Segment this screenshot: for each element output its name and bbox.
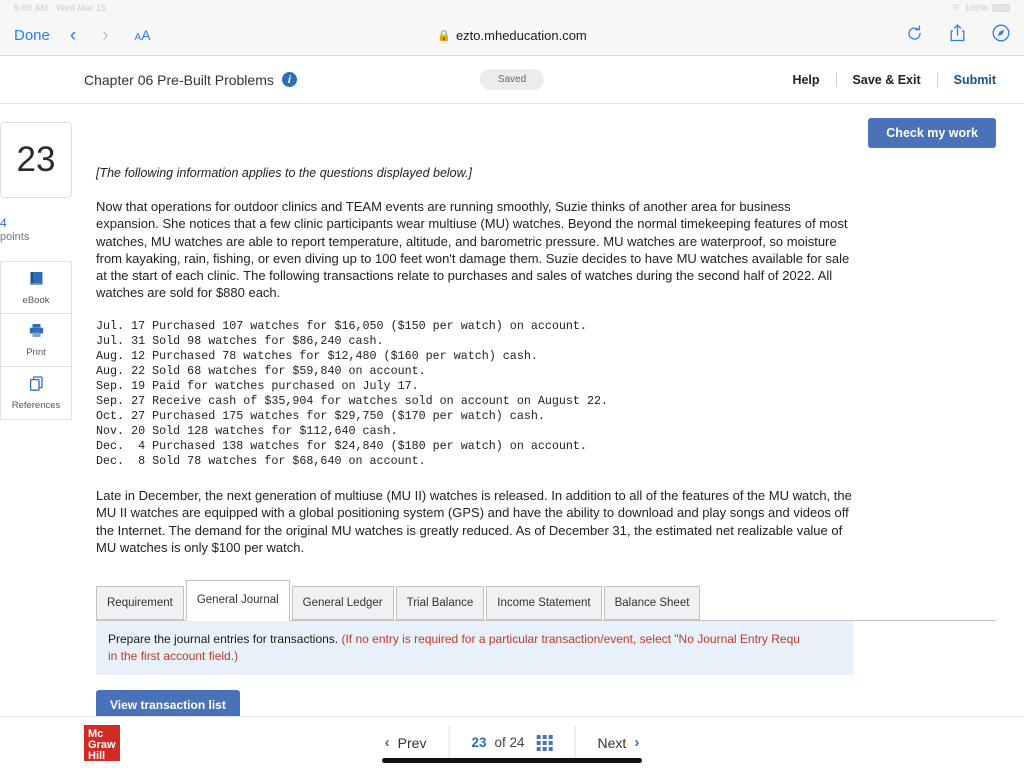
points-label: points: [0, 231, 30, 243]
points-block: 4 points: [0, 216, 84, 243]
submit-link[interactable]: Submit: [938, 73, 996, 87]
tab-general-ledger[interactable]: General Ledger: [291, 586, 394, 621]
status-date: Wed Mar 15: [56, 3, 107, 13]
tool-buttons: eBook Print References: [0, 261, 84, 420]
question-number: 23: [0, 122, 72, 198]
worksheet-tabs: Requirement General Journal General Ledg…: [96, 580, 996, 622]
footer-nav: Mc Graw Hill ‹ Prev 23 of 24 Next ›: [0, 716, 1024, 768]
print-label: Print: [26, 347, 46, 358]
chevron-right-icon: ›: [634, 734, 640, 751]
references-label: References: [11, 400, 61, 411]
address-bar[interactable]: 🔒 ezto.mheducation.com: [0, 28, 1024, 43]
status-time: 9:09 AM: [14, 3, 49, 13]
back-icon[interactable]: ‹: [70, 25, 76, 47]
ios-status-bar: 9:09 AM Wed Mar 15 100%: [0, 0, 1024, 16]
tab-balance-sheet[interactable]: Balance Sheet: [603, 586, 701, 621]
instruction-warning-line1: (If no entry is required for a particula…: [341, 632, 800, 647]
transaction-list: Jul. 17 Purchased 107 watches for $16,05…: [96, 318, 608, 468]
instruction-text: Prepare the journal entries for transact…: [108, 632, 339, 647]
wifi-icon: [950, 3, 961, 14]
tab-requirement[interactable]: Requirement: [96, 586, 184, 621]
pagination: ‹ Prev 23 of 24 Next ›: [363, 723, 662, 763]
help-link[interactable]: Help: [776, 73, 835, 87]
compass-icon[interactable]: [992, 24, 1010, 47]
intro-note: [The following information applies to th…: [96, 166, 472, 180]
chevron-left-icon: ‹: [384, 734, 390, 751]
instruction-warning-line2: in the first account field.): [108, 648, 239, 663]
prev-label: Prev: [397, 734, 427, 751]
page-title: Chapter 06 Pre-Built Problems: [84, 71, 274, 88]
forward-icon[interactable]: ›: [102, 25, 108, 47]
tab-general-journal[interactable]: General Journal: [185, 580, 290, 622]
battery-icon: [992, 4, 1010, 12]
lock-icon: 🔒: [437, 30, 451, 42]
problem-paragraph-1: Now that operations for outdoor clinics …: [96, 199, 850, 301]
copy-pages-icon: [28, 375, 45, 397]
text-size-button[interactable]: AA: [135, 27, 151, 45]
home-indicator: [382, 758, 642, 763]
safari-toolbar: Done ‹ › AA 🔒 ezto.mheducation.com: [0, 16, 1024, 56]
save-exit-link[interactable]: Save & Exit: [837, 73, 937, 87]
url-text: ezto.mheducation.com: [455, 28, 587, 43]
next-label: Next: [597, 734, 627, 751]
prev-button[interactable]: ‹ Prev: [363, 726, 449, 760]
header-links: Help Save & Exit Submit: [776, 72, 996, 87]
current-page: 23: [471, 735, 487, 750]
page-indicator: 23 of 24: [448, 725, 574, 760]
text-size-large-label: A: [141, 26, 151, 43]
mcgraw-hill-logo: Mc Graw Hill: [84, 724, 120, 762]
logo-line-2: Graw: [88, 738, 116, 751]
tab-trial-balance[interactable]: Trial Balance: [395, 586, 485, 621]
problem-paragraph-2: Late in December, the next generation of…: [96, 488, 852, 555]
status-badge: Saved: [479, 69, 545, 90]
printer-icon: [28, 322, 45, 344]
next-button[interactable]: Next ›: [574, 725, 662, 760]
question-content: Check my work [The following information…: [84, 104, 1024, 752]
tab-income-statement[interactable]: Income Statement: [486, 586, 602, 621]
grid-icon[interactable]: [536, 734, 553, 751]
logo-line-1: Mc: [88, 727, 104, 740]
app-header: Chapter 06 Pre-Built Problems i Saved He…: [0, 56, 1024, 104]
share-icon[interactable]: [949, 24, 966, 47]
battery-percent: 100%: [964, 3, 988, 13]
reload-icon[interactable]: [906, 25, 923, 47]
ebook-button[interactable]: eBook: [0, 261, 72, 314]
question-sidebar: 23 4 points eBook Print References: [0, 104, 84, 724]
page-total: of 24: [494, 735, 525, 750]
logo-line-3: Hill: [88, 749, 106, 762]
book-icon: [28, 270, 45, 292]
print-button[interactable]: Print: [0, 314, 72, 367]
done-button[interactable]: Done: [14, 27, 50, 44]
check-my-work-button[interactable]: Check my work: [868, 118, 996, 148]
page-body: 23 4 points eBook Print References Check…: [0, 104, 1024, 752]
instruction-banner: Prepare the journal entries for transact…: [96, 621, 853, 675]
info-icon[interactable]: i: [281, 72, 297, 87]
ebook-label: eBook: [22, 294, 50, 306]
points-value: 4: [0, 216, 7, 230]
references-button[interactable]: References: [0, 367, 72, 420]
